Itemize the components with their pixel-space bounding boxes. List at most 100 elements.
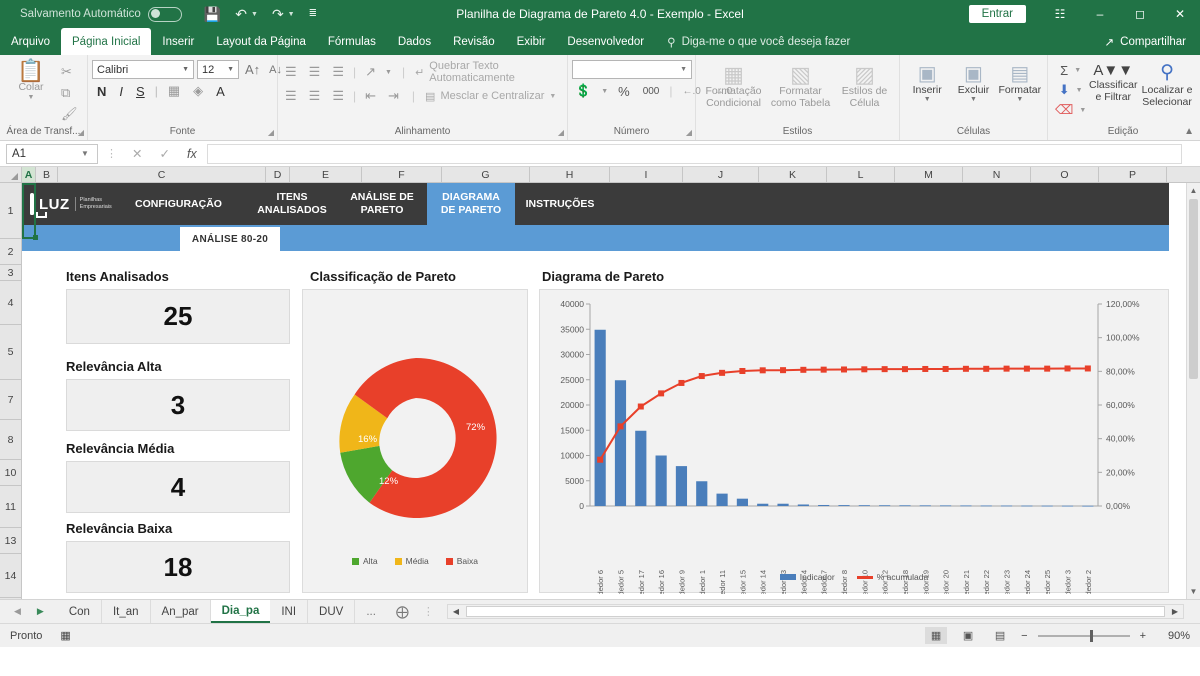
- pareto-chart-panel[interactable]: 0 5000 10000 15000 20000 25000 30000 35000 40000…: [539, 289, 1169, 599]
- sheet-tab-more[interactable]: ...: [355, 600, 387, 623]
- zoom-level[interactable]: 90%: [1156, 630, 1190, 642]
- increase-font-size-icon[interactable]: A↑: [242, 61, 263, 78]
- row-header-14[interactable]: 14: [0, 554, 21, 598]
- bold-button[interactable]: N: [94, 83, 109, 100]
- font-name-input[interactable]: Calibri ▼: [92, 60, 194, 79]
- align-middle-icon[interactable]: ☰: [306, 63, 324, 81]
- nav-item-itens-analisados[interactable]: ITENS ANALISADOS: [247, 183, 337, 225]
- donut-chart-panel[interactable]: 72% 16% 12% Alta Média Baixa: [302, 289, 528, 593]
- find-select-button[interactable]: ⚲ Localizar e Selecionar: [1140, 62, 1194, 108]
- sub-tab-analise-80-20[interactable]: ANÁLISE 80-20: [180, 227, 280, 251]
- row-header-13[interactable]: 13: [0, 528, 21, 554]
- row-header-7[interactable]: 7: [0, 380, 21, 420]
- active-cell-a1[interactable]: [22, 183, 36, 239]
- delete-cells-button[interactable]: ▣ Excluir ▼: [950, 64, 996, 104]
- sheet-tab-it-an[interactable]: It_an: [102, 600, 151, 623]
- nav-item-analise-de-pareto[interactable]: ANÁLISE DE PARETO: [337, 183, 427, 225]
- zoom-slider[interactable]: [1037, 629, 1130, 642]
- ribbon-tab-revisao[interactable]: Revisão: [442, 28, 506, 55]
- sheet-tab-ini[interactable]: INI: [270, 600, 309, 623]
- legend-item-baixa[interactable]: Baixa: [445, 556, 478, 566]
- undo-caret-icon[interactable]: ▼: [251, 11, 258, 18]
- row-header-3[interactable]: 3: [0, 265, 21, 281]
- legend-item-acumulada[interactable]: % acumulada: [856, 572, 928, 582]
- select-all-corner[interactable]: [0, 167, 22, 182]
- row-header-4[interactable]: 4: [0, 281, 21, 325]
- ribbon-tab-dados[interactable]: Dados: [387, 28, 442, 55]
- sheet-tab-an-par[interactable]: An_par: [151, 600, 211, 623]
- scroll-up-icon[interactable]: ▲: [1187, 183, 1200, 198]
- column-header-O[interactable]: O: [1031, 167, 1099, 182]
- cut-icon[interactable]: ✂: [58, 63, 81, 81]
- horizontal-scroll-thumb[interactable]: [465, 606, 1165, 617]
- decrease-indent-icon[interactable]: ⇤: [362, 87, 379, 105]
- autosave-toggle[interactable]: [147, 6, 182, 22]
- format-painter-icon[interactable]: 🖌: [58, 105, 81, 123]
- autosum-icon[interactable]: Σ: [1057, 62, 1071, 79]
- row-header-11[interactable]: 11: [0, 486, 21, 528]
- horizontal-scrollbar[interactable]: ◀ ▶: [446, 604, 1184, 619]
- font-color-icon[interactable]: A: [213, 83, 228, 100]
- increase-indent-icon[interactable]: ⇥: [385, 87, 402, 105]
- scroll-right-icon[interactable]: ▶: [1167, 607, 1183, 616]
- column-header-A[interactable]: A: [22, 167, 36, 182]
- share-button[interactable]: ↗ Compartilhar: [1091, 28, 1200, 55]
- vertical-scrollbar[interactable]: ▲ ▼: [1186, 183, 1200, 599]
- align-right-icon[interactable]: ☰: [329, 87, 347, 105]
- save-icon[interactable]: 💾: [204, 7, 221, 21]
- page-layout-icon[interactable]: ▣: [957, 627, 979, 644]
- column-header-L[interactable]: L: [827, 167, 895, 182]
- insert-cells-button[interactable]: ▣ Inserir ▼: [904, 64, 950, 104]
- format-as-table-button[interactable]: ▧ Formatar como Tabela: [768, 64, 834, 109]
- delete-caret-icon[interactable]: ▼: [970, 96, 977, 104]
- wrap-text-button[interactable]: ↵ Quebrar Texto Automaticamente: [415, 60, 563, 84]
- clipboard-dialog-launcher[interactable]: ◢: [78, 128, 84, 137]
- nav-item-configuracao[interactable]: CONFIGURAÇÃO: [110, 183, 247, 225]
- column-header-I[interactable]: I: [610, 167, 683, 182]
- redo-caret-icon[interactable]: ▼: [288, 11, 295, 18]
- ribbon-tab-inserir[interactable]: Inserir: [151, 28, 205, 55]
- sort-filter-button[interactable]: A▼▼ Classificar e Filtrar: [1086, 62, 1140, 103]
- format-cells-button[interactable]: ▤ Formatar ▼: [997, 64, 1043, 104]
- sign-in-button[interactable]: Entrar: [968, 5, 1026, 23]
- insert-function-icon[interactable]: fx: [187, 147, 197, 161]
- zoom-slider-knob[interactable]: [1089, 629, 1093, 642]
- column-header-C[interactable]: C: [58, 167, 266, 182]
- add-sheet-button[interactable]: ⨁: [387, 600, 418, 623]
- sheet-tab-duv[interactable]: DUV: [308, 600, 356, 623]
- previous-sheet-icon[interactable]: ◀: [14, 606, 21, 617]
- autosum-caret-icon[interactable]: ▼: [1074, 67, 1081, 74]
- borders-icon[interactable]: ▦: [165, 82, 183, 100]
- column-header-N[interactable]: N: [963, 167, 1031, 182]
- minimize-icon[interactable]: –: [1080, 0, 1120, 28]
- column-header-B[interactable]: B: [36, 167, 58, 182]
- sheet-tab-con[interactable]: Con: [58, 600, 102, 623]
- paste-button[interactable]: 📋 Colar ▼: [4, 60, 58, 101]
- percent-style-button[interactable]: %: [615, 83, 633, 100]
- column-header-P[interactable]: P: [1099, 167, 1167, 182]
- currency-caret-icon[interactable]: ▼: [601, 88, 608, 95]
- record-macro-icon[interactable]: ▦: [60, 629, 70, 642]
- scroll-down-icon[interactable]: ▼: [1187, 584, 1200, 599]
- close-icon[interactable]: ✕: [1160, 0, 1200, 28]
- fill-handle[interactable]: [33, 235, 38, 240]
- alignment-dialog-launcher[interactable]: ◢: [558, 128, 564, 137]
- comma-style-button[interactable]: 000: [640, 85, 663, 98]
- next-sheet-icon[interactable]: ▶: [37, 606, 44, 617]
- ribbon-tab-desenvolvedor[interactable]: Desenvolvedor: [556, 28, 655, 55]
- insert-caret-icon[interactable]: ▼: [924, 96, 931, 104]
- ribbon-tab-exibir[interactable]: Exibir: [506, 28, 557, 55]
- align-center-icon[interactable]: ☰: [306, 87, 324, 105]
- undo-icon[interactable]: ↶: [235, 7, 247, 21]
- cell-styles-button[interactable]: ▨ Estilos de Célula: [835, 64, 895, 109]
- normal-view-icon[interactable]: ▦: [925, 627, 948, 644]
- collapse-ribbon-icon[interactable]: ▲: [1184, 126, 1194, 137]
- orientation-caret-icon[interactable]: ▼: [385, 69, 392, 76]
- row-header-5[interactable]: 5: [0, 325, 21, 380]
- row-header-8[interactable]: 8: [0, 420, 21, 460]
- cancel-icon[interactable]: ✕: [132, 146, 142, 161]
- fill-caret-icon[interactable]: ▼: [1076, 87, 1083, 94]
- column-header-J[interactable]: J: [683, 167, 759, 182]
- name-box[interactable]: A1 ▼: [6, 143, 98, 164]
- enter-icon[interactable]: ✓: [159, 146, 169, 161]
